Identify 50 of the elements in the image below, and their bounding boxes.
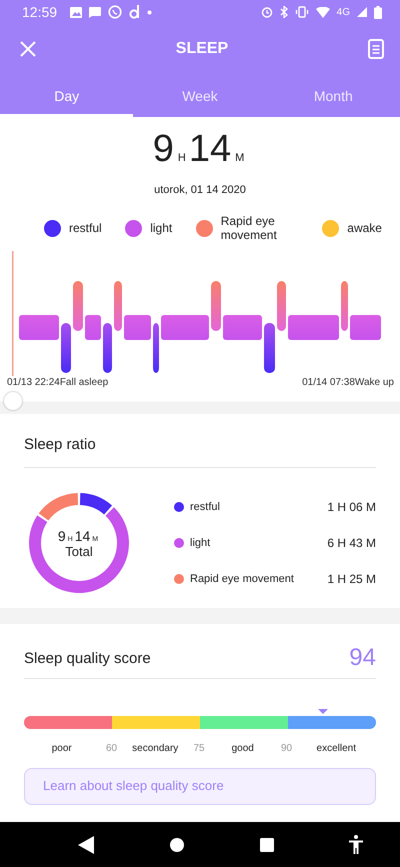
- stage-duration: 1 H 25 M: [327, 572, 376, 586]
- legend-label: Rapid eye movement: [220, 214, 278, 242]
- band-label: good: [230, 743, 255, 754]
- legend-label: light: [150, 221, 172, 235]
- home-icon: [168, 836, 184, 852]
- wifi-icon: [316, 6, 330, 18]
- stage-label: restful: [190, 501, 221, 513]
- band-label: poor: [50, 743, 73, 754]
- slider-thumb[interactable]: [4, 392, 22, 410]
- section-title: Sleep ratio: [24, 414, 376, 468]
- tab[interactable]: Day: [0, 74, 134, 117]
- tab[interactable]: Week: [133, 74, 267, 117]
- threshold-label: 60: [104, 743, 118, 754]
- wake-up-label: 01/14 07:38Wake up: [302, 377, 394, 388]
- tab[interactable]: Month: [266, 74, 400, 117]
- quality-score: 94: [349, 644, 376, 672]
- image-icon: [70, 6, 82, 18]
- accessibility-icon: [348, 834, 362, 854]
- date-label: utorok, 01 14 2020: [154, 184, 246, 196]
- clock-time: 12:59: [22, 4, 58, 20]
- close-button[interactable]: [18, 39, 38, 59]
- signal-icon: [357, 7, 367, 17]
- bluetooth-icon: [280, 6, 288, 18]
- stage-label: light: [190, 537, 212, 549]
- section-title: Sleep quality score: [24, 650, 151, 666]
- recents-icon: [260, 838, 274, 852]
- alarm-clock-icon: [260, 6, 273, 18]
- sleep-duration: 9 H 14 M: [152, 129, 246, 172]
- app-icon: [129, 5, 140, 19]
- legend-label: restful: [69, 221, 102, 235]
- threshold-label: 90: [280, 743, 294, 754]
- notification-dot-icon: [147, 10, 152, 14]
- stage-duration: 6 H 43 M: [327, 536, 376, 550]
- stage-duration: 1 H 06 M: [327, 500, 376, 514]
- threshold-label: 75: [192, 743, 206, 754]
- legend-label: awake: [347, 221, 382, 235]
- screen-title: SLEEP: [176, 40, 228, 58]
- chat-bubble-icon: [108, 5, 122, 19]
- band-label: secondary: [131, 743, 180, 754]
- learn-link[interactable]: Learn about sleep quality score: [43, 778, 224, 793]
- message-icon: [89, 6, 102, 18]
- stage-label: Rapid eye movement: [190, 573, 295, 585]
- network-type: 4G: [336, 6, 350, 18]
- vibrate-icon: [294, 6, 309, 18]
- back-icon: [78, 836, 94, 854]
- fall-asleep-label: 01/13 22:24Fall asleep: [7, 377, 108, 388]
- document-button[interactable]: [366, 37, 386, 61]
- total-label: Total: [65, 544, 93, 558]
- band-label: excellent: [316, 743, 357, 754]
- battery-icon: [374, 6, 382, 18]
